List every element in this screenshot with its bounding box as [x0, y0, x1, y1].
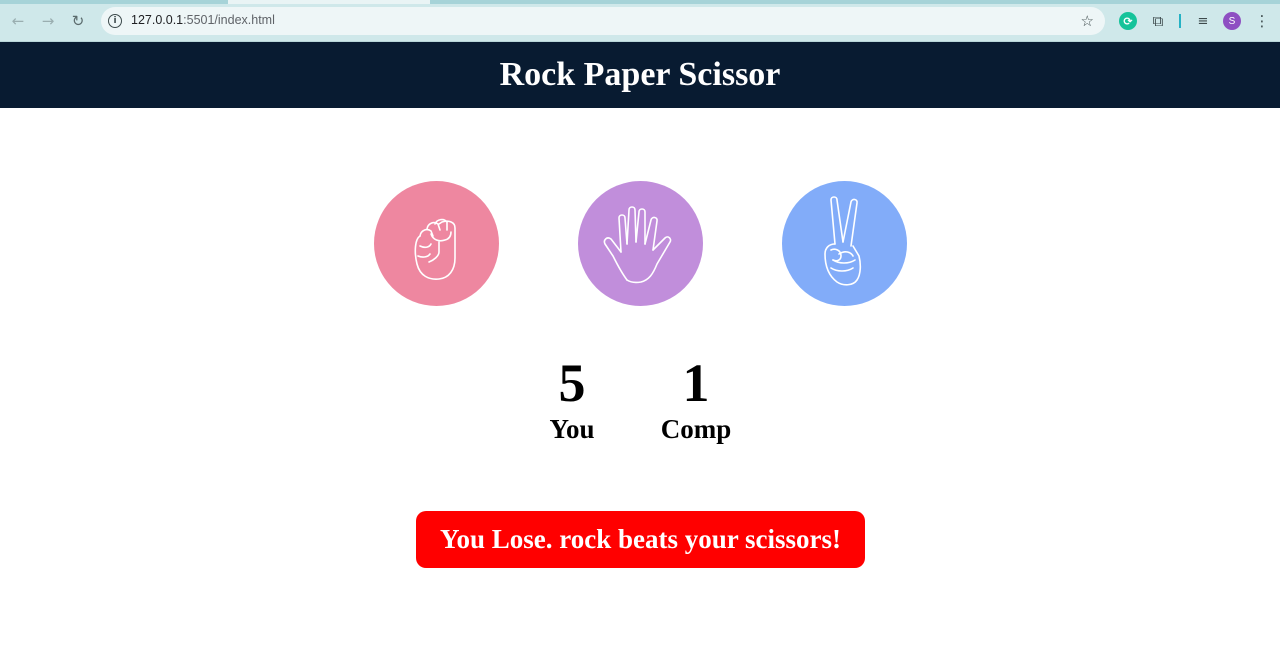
user-score: 5 You [532, 352, 612, 444]
url-text[interactable]: 127.0.0.1:5501/index.html [131, 13, 275, 27]
scissors-choice-button[interactable] [782, 181, 907, 306]
user-score-value: 5 [558, 353, 586, 413]
kebab-menu-icon[interactable]: ⋮ [1253, 11, 1271, 31]
forward-arrow-icon[interactable]: → [36, 9, 60, 33]
result-message: You Lose. rock beats your scissors! [416, 511, 865, 568]
open-hand-icon [603, 205, 671, 283]
grammarly-icon[interactable]: ⟳ [1119, 12, 1137, 30]
user-score-label: You [549, 414, 595, 444]
comp-score-value: 1 [682, 353, 710, 413]
url-path: :5501/index.html [183, 13, 275, 27]
page-header: Rock Paper Scissor [0, 42, 1280, 108]
toolbar-divider [1179, 14, 1181, 28]
avatar[interactable]: S [1223, 12, 1241, 30]
address-bar[interactable]: i 127.0.0.1:5501/index.html ☆ [101, 7, 1105, 35]
rock-choice-button[interactable] [374, 181, 499, 306]
puzzle-icon[interactable]: ⧉ [1149, 12, 1167, 30]
page-title: Rock Paper Scissor [499, 56, 781, 93]
fist-icon [414, 218, 456, 280]
tab-strip [0, 0, 1280, 4]
browser-toolbar: ← → ↻ i 127.0.0.1:5501/index.html ☆ ⟳ ⧉ … [0, 0, 1280, 42]
back-arrow-icon[interactable]: ← [6, 9, 30, 33]
star-icon[interactable]: ☆ [1081, 12, 1094, 30]
info-icon[interactable]: i [108, 14, 122, 28]
comp-score: 1 Comp [646, 352, 746, 444]
active-tab[interactable] [228, 0, 430, 4]
reload-icon[interactable]: ↻ [66, 9, 90, 33]
url-host: 127.0.0.1 [131, 13, 184, 27]
paper-choice-button[interactable] [578, 181, 703, 306]
comp-score-label: Comp [660, 414, 732, 444]
peace-hand-icon [823, 195, 861, 286]
queue-icon[interactable]: ≡ [1194, 12, 1212, 30]
